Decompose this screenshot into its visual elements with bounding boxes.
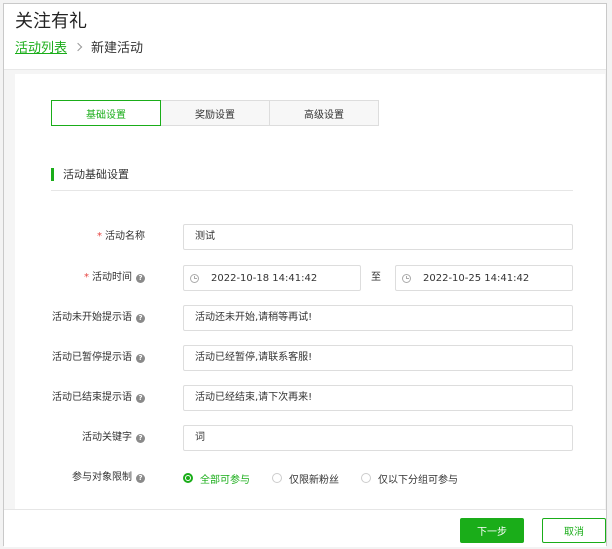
radio-checked-icon [183,473,193,483]
breadcrumb-current: 新建活动 [91,41,144,56]
name-label-text: 活动名称 [105,231,145,242]
radio-label: 仅以下分组可参与 [378,474,458,486]
page-title: 关注有礼 [15,11,87,32]
form-footer: 下一步 取消 [4,509,606,547]
form-row-paused: 活动已暂停提示语 ? 活动已经暂停,请联系客服! [15,345,605,371]
end-time-picker[interactable]: 2022-10-25 14:41:42 [395,265,573,291]
radio-all-participants[interactable]: 全部可参与 [183,471,250,486]
name-label: * 活动名称 [97,224,145,250]
keyword-label-text: 活动关键字 [82,432,132,443]
breadcrumb-activity-list-link[interactable]: 活动列表 [15,37,67,56]
clock-icon [190,273,199,283]
clock-icon [402,273,411,283]
paused-label-text: 活动已暂停提示语 [52,352,132,363]
help-icon[interactable]: ? [136,393,145,403]
required-mark: * [97,231,102,242]
time-label-text: 活动时间 [92,272,132,283]
form-row-not-started: 活动未开始提示语 ? 活动还未开始,请稍等再试! [15,305,605,331]
start-time-picker[interactable]: 2022-10-18 14:41:42 [183,265,361,291]
section-divider [51,190,573,191]
end-time-value: 2022-10-25 14:41:42 [423,272,530,284]
form-row-name: * 活动名称 测试 [15,224,605,250]
form-row-ended: 活动已结束提示语 ? 活动已经结束,请下次再来! [15,385,605,411]
keyword-input[interactable]: 词 [183,425,573,451]
radio-label: 全部可参与 [200,474,250,486]
keyword-label: 活动关键字 ? [82,425,145,451]
not-started-label: 活动未开始提示语 ? [52,305,145,331]
cancel-button[interactable]: 取消 [542,518,606,543]
next-step-button[interactable]: 下一步 [460,518,524,543]
radio-new-followers-only[interactable]: 仅限新粉丝 [272,471,339,486]
radio-unchecked-icon [361,473,371,483]
paused-message-input[interactable]: 活动已经暂停,请联系客服! [183,345,573,371]
form-row-time: * 活动时间 ? 2022-10-18 14:41:42 至 2022-10-2… [15,265,605,291]
settings-tabs: 基础设置 奖励设置 高级设置 [51,100,379,126]
audience-label: 参与对象限制 ? [72,465,145,491]
help-icon[interactable]: ? [136,353,145,363]
activity-name-input[interactable]: 测试 [183,224,573,250]
audience-label-text: 参与对象限制 [72,472,132,483]
tab-advanced-settings[interactable]: 高级设置 [269,100,379,126]
ended-label-text: 活动已结束提示语 [52,392,132,403]
help-icon[interactable]: ? [136,273,145,283]
help-icon[interactable]: ? [136,433,145,443]
form-row-audience: 参与对象限制 ? 全部可参与 仅限新粉丝 仅以下分组可参与 [15,465,605,491]
time-label: * 活动时间 ? [84,265,145,291]
ended-label: 活动已结束提示语 ? [52,385,145,411]
section-title: 活动基础设置 [51,168,129,181]
breadcrumb: 活动列表 新建活动 [15,37,143,56]
tab-basic-settings[interactable]: 基础设置 [51,100,161,126]
not-started-message-input[interactable]: 活动还未开始,请稍等再试! [183,305,573,331]
ended-message-input[interactable]: 活动已经结束,请下次再来! [183,385,573,411]
chevron-right-icon [73,40,85,54]
start-time-value: 2022-10-18 14:41:42 [211,272,318,284]
page-header: 关注有礼 活动列表 新建活动 [4,4,606,70]
app-frame: 关注有礼 活动列表 新建活动 基础设置 奖励设置 高级设置 活动基础设置 * 活… [3,3,607,547]
form-card: 基础设置 奖励设置 高级设置 活动基础设置 * 活动名称 测试 * 活动时间 ?… [15,74,605,514]
radio-groups-only[interactable]: 仅以下分组可参与 [361,471,458,486]
radio-unchecked-icon [272,473,282,483]
help-icon[interactable]: ? [136,473,145,483]
date-range-separator: 至 [371,272,381,283]
not-started-label-text: 活动未开始提示语 [52,312,132,323]
audience-radio-group: 全部可参与 仅限新粉丝 仅以下分组可参与 [183,465,480,491]
required-mark: * [84,272,89,283]
help-icon[interactable]: ? [136,313,145,323]
radio-label: 仅限新粉丝 [289,474,339,486]
form-row-keyword: 活动关键字 ? 词 [15,425,605,451]
tab-reward-settings[interactable]: 奖励设置 [160,100,270,126]
paused-label: 活动已暂停提示语 ? [52,345,145,371]
